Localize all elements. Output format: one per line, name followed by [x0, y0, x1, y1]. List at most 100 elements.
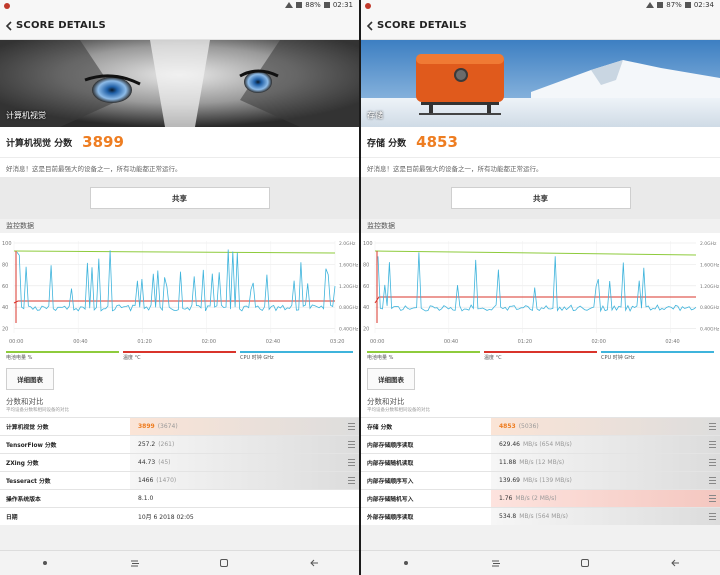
table-row[interactable]: Tesseract 分数 1466 (1470) — [0, 471, 359, 489]
detail-chart-button[interactable]: 详细图表 — [6, 368, 54, 390]
page-title: SCORE DETAILS — [16, 20, 106, 31]
table-row[interactable]: 内部存储顺序读取 629.46 MB/s (654 MB/s) — [361, 435, 720, 453]
y2-tick-label: 0.80GHz — [339, 305, 359, 311]
y-tick-label: 100 — [363, 241, 373, 247]
row-menu-icon[interactable] — [348, 459, 355, 466]
notification-icon — [365, 3, 371, 9]
navigation-bar — [0, 550, 359, 575]
x-tick-label: 01:20 — [137, 339, 151, 345]
table-row[interactable]: 外部存储顺序读取 534.8 MB/s (564 MB/s) — [361, 507, 720, 525]
score-row: 存储 分数 4853 — [361, 127, 720, 157]
battery-icon — [296, 2, 303, 8]
y2-tick-label: 0.80GHz — [700, 305, 720, 311]
back-nav-icon[interactable] — [309, 558, 319, 568]
x-tick-label: 02:00 — [591, 339, 605, 345]
y-tick-label: 20 — [2, 327, 8, 333]
x-tick-label: 02:40 — [665, 339, 679, 345]
row-menu-icon[interactable] — [709, 441, 716, 448]
row-menu-icon[interactable] — [709, 495, 716, 502]
monitor-title: 监控数据 — [0, 219, 359, 233]
y-tick-label: 60 — [363, 284, 369, 290]
navigation-bar — [361, 550, 720, 575]
table-row: 日期 10月 6 2018 02:05 — [0, 507, 359, 525]
table-row[interactable]: ZXing 分数 44.73 (45) — [0, 453, 359, 471]
monitor-chart: 100 2.0GHz 80 1.60GHz 60 1.20GHz 40 0.80GHz 20 0.… — [0, 233, 359, 351]
table-row[interactable]: 内部存储随机读取 11.88 MB/s (12 MB/s) — [361, 453, 720, 471]
chart-legend: 电池电量 % 温度 °C CPU 时钟 GHz — [361, 351, 720, 363]
y2-tick-label: 0.40GHz — [339, 327, 359, 333]
score-table: 计算机视觉 分数 3899 (3674) TensorFlow 分数 257.2(… — [0, 417, 359, 525]
y2-tick-label: 1.60GHz — [700, 262, 720, 268]
score-table: 存储 分数 4853 (5036) 内部存储顺序读取 629.46 MB/s (65… — [361, 417, 720, 525]
row-menu-icon[interactable] — [348, 423, 355, 430]
temperature-line — [13, 300, 335, 304]
alarm-icon — [684, 2, 691, 8]
legend-temperature: 温度 °C — [123, 351, 236, 363]
table-row[interactable]: 存储 分数 4853 (5036) — [361, 417, 720, 435]
x-tick-label: 02:00 — [202, 339, 216, 345]
monitor-chart: 100 2.0GHz 80 1.60GHz 60 1.20GHz 40 0.80GHz 20 0.… — [361, 233, 720, 351]
detail-area: 详细图表 — [0, 363, 359, 395]
table-row[interactable]: TensorFlow 分数 257.2 (261) — [0, 435, 359, 453]
row-menu-icon[interactable] — [348, 477, 355, 484]
detail-chart-button[interactable]: 详细图表 — [367, 368, 415, 390]
hero-label: 存储 — [367, 111, 383, 120]
battery-icon — [657, 2, 664, 8]
detail-area: 详细图表 — [361, 363, 720, 395]
y-tick-label: 60 — [2, 284, 8, 290]
x-tick-label: 03:20 — [330, 339, 344, 345]
alarm-icon — [323, 2, 330, 8]
status-message: 好消息！这是目前最强大的设备之一，所有功能都正常运行。 — [0, 157, 359, 177]
notification-icon — [4, 3, 10, 9]
x-tick-label: 00:40 — [444, 339, 458, 345]
recent-apps-icon[interactable] — [491, 558, 501, 568]
dot-icon[interactable] — [40, 558, 50, 568]
home-icon[interactable] — [219, 558, 229, 568]
score-value: 4853 — [416, 133, 458, 151]
table-row[interactable]: 内部存储随机写入 1.76 MB/s (2 MB/s) — [361, 489, 720, 507]
share-button[interactable]: 共享 — [450, 187, 631, 209]
legend-cpu: CPU 时钟 GHz — [240, 351, 353, 363]
back-icon[interactable] — [365, 20, 375, 31]
score-label: 存储 分数 — [367, 138, 407, 149]
compare-subtitle: 平均设备分数和相同设备的对比 — [361, 407, 720, 417]
clock: 02:34 — [693, 1, 714, 9]
battery-level: 87% — [666, 1, 682, 9]
row-menu-icon[interactable] — [348, 441, 355, 448]
score-row: 计算机视觉 分数 3899 — [0, 127, 359, 157]
share-button[interactable]: 共享 — [89, 187, 270, 209]
table-row[interactable]: 内部存储顺序写入 139.69 MB/s (139 MB/s) — [361, 471, 720, 489]
status-bar: 87% 02:34 — [361, 0, 720, 12]
score-value: 3899 — [82, 133, 124, 151]
status-bar: 88% 02:31 — [0, 0, 359, 12]
legend-cpu: CPU 时钟 GHz — [601, 351, 714, 363]
table-row[interactable]: 计算机视觉 分数 3899 (3674) — [0, 417, 359, 435]
row-menu-icon[interactable] — [709, 477, 716, 484]
legend-battery: 电池电量 % — [6, 351, 119, 363]
x-tick-label: 00:00 — [370, 339, 384, 345]
home-icon[interactable] — [580, 558, 590, 568]
legend-temperature: 温度 °C — [484, 351, 597, 363]
battery-line — [374, 250, 697, 256]
back-nav-icon[interactable] — [670, 558, 680, 568]
y-tick-label: 40 — [2, 305, 8, 311]
cpu-line — [377, 252, 697, 313]
battery-level: 88% — [305, 1, 321, 9]
row-menu-icon[interactable] — [709, 513, 716, 520]
recent-apps-icon[interactable] — [130, 558, 140, 568]
row-menu-icon[interactable] — [709, 459, 716, 466]
signal-icon — [646, 2, 655, 8]
chart-legend: 电池电量 % 温度 °C CPU 时钟 GHz — [0, 351, 359, 363]
back-icon[interactable] — [4, 20, 14, 31]
row-menu-icon[interactable] — [709, 423, 716, 430]
x-tick-label: 00:00 — [9, 339, 23, 345]
left-panel: 88% 02:31 SCORE DETAILS 计算机视觉 计算机视觉 分数 3… — [0, 0, 359, 575]
x-tick-label: 00:40 — [73, 339, 87, 345]
y2-tick-label: 1.20GHz — [700, 284, 720, 290]
y2-tick-label: 0.40GHz — [700, 327, 720, 333]
compare-title: 分数和对比 — [0, 395, 359, 407]
y-tick-label: 40 — [363, 305, 369, 311]
y-tick-label: 80 — [363, 262, 369, 268]
dot-icon[interactable] — [401, 558, 411, 568]
share-area: 共享 — [0, 177, 359, 219]
